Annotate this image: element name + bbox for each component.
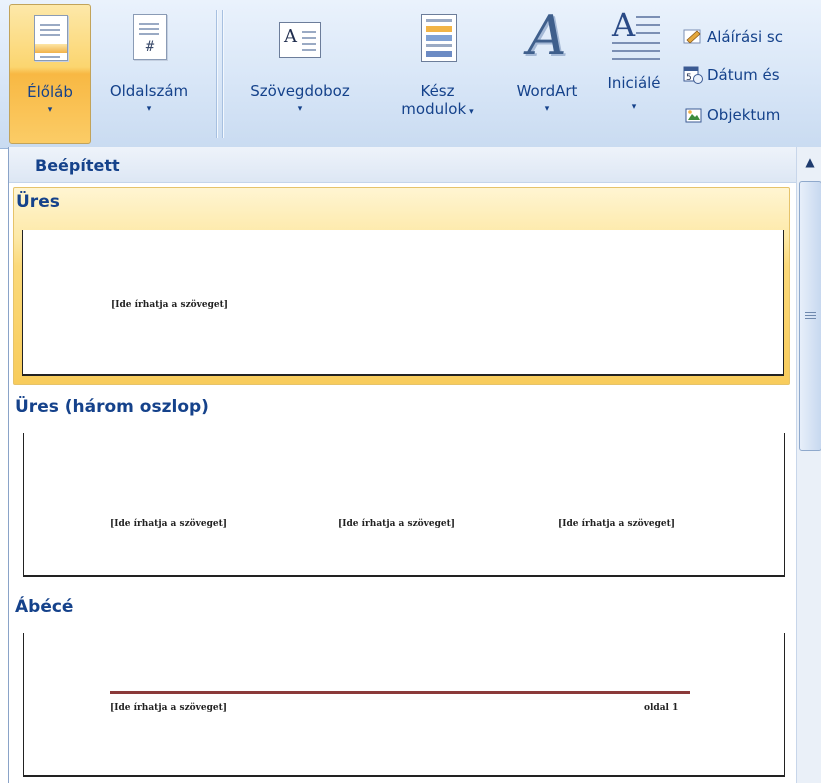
wordart-button[interactable]: A WordArt ▾ bbox=[500, 4, 594, 142]
placeholder-text: [Ide írhatja a szöveget] bbox=[111, 300, 229, 310]
signature-line-label: Aláírási sc bbox=[707, 28, 783, 46]
dropcap-button-label: Iniciálé bbox=[607, 74, 661, 92]
signature-pen-icon bbox=[683, 28, 703, 46]
page-number-button-label: Oldalszám bbox=[109, 82, 189, 100]
chevron-down-icon: ▾ bbox=[631, 102, 637, 112]
chevron-down-icon: ▾ bbox=[544, 104, 550, 114]
decorative-rule bbox=[110, 691, 690, 694]
object-icon bbox=[683, 106, 703, 124]
header-preview: [Ide írhatja a szöveget] [Ide írhatja a … bbox=[23, 433, 785, 577]
ribbon: Élőláb ▾ # Oldalszám ▾ A Szövegdoboz ▾ K… bbox=[0, 0, 821, 149]
quick-parts-icon bbox=[415, 12, 461, 72]
gallery-item-alphabet[interactable]: Ábécé [Ide írhatja a szöveget] oldal 1 bbox=[13, 597, 788, 783]
textbox-button-label: Szövegdoboz bbox=[250, 82, 350, 100]
placeholder-text: [Ide írhatja a szöveget] bbox=[558, 519, 676, 529]
quick-parts-button[interactable]: Kész modulok ▾ bbox=[380, 4, 495, 142]
section-title: Beépített bbox=[35, 156, 120, 175]
chevron-down-icon: ▾ bbox=[47, 105, 53, 115]
wordart-button-label: WordArt bbox=[516, 82, 578, 100]
chevron-down-icon: ▾ bbox=[297, 104, 303, 114]
signature-line-button[interactable]: Aláírási sc bbox=[683, 24, 783, 50]
svg-text:5: 5 bbox=[686, 73, 692, 83]
scrollbar-thumb[interactable] bbox=[799, 181, 821, 451]
gallery-item-title: Üres (három oszlop) bbox=[15, 397, 209, 417]
wordart-icon: A bbox=[527, 4, 567, 67]
header-gallery-dropdown: Beépített Üres [Ide írhatja a szöveget] … bbox=[8, 147, 821, 783]
quick-parts-button-label: Kész modulok ▾ bbox=[401, 82, 474, 118]
group-separator bbox=[216, 10, 217, 138]
object-label: Objektum bbox=[707, 106, 781, 124]
grip-icon bbox=[805, 310, 816, 321]
object-button[interactable]: Objektum bbox=[683, 102, 780, 128]
group-separator bbox=[222, 10, 223, 138]
gallery-section-header: Beépített bbox=[9, 147, 796, 183]
page-number-button[interactable]: # Oldalszám ▾ bbox=[94, 4, 204, 142]
gallery-item-blank-three-columns[interactable]: Üres (három oszlop) [Ide írhatja a szöve… bbox=[13, 397, 788, 577]
textbox-icon: A bbox=[277, 12, 323, 72]
page-number-text: oldal 1 bbox=[644, 703, 679, 713]
header-icon bbox=[27, 13, 73, 73]
header-preview: [Ide írhatja a szöveget] bbox=[22, 230, 784, 376]
date-time-label: Dátum és bbox=[707, 66, 780, 84]
scroll-up-icon[interactable]: ▲ bbox=[797, 147, 821, 177]
date-time-button[interactable]: 5 Dátum és bbox=[683, 62, 780, 88]
placeholder-text: [Ide írhatja a szöveget] bbox=[110, 519, 228, 529]
placeholder-text: [Ide írhatja a szöveget] bbox=[110, 703, 228, 713]
chevron-down-icon: ▾ bbox=[469, 107, 474, 117]
header-button-label: Élőláb bbox=[27, 83, 73, 101]
textbox-button[interactable]: A Szövegdoboz ▾ bbox=[230, 4, 370, 142]
header-button[interactable]: Élőláb ▾ bbox=[9, 4, 91, 144]
gallery-item-blank[interactable]: Üres [Ide írhatja a szöveget] bbox=[13, 187, 790, 385]
gallery-scrollbar[interactable]: ▲ bbox=[796, 147, 821, 783]
gallery-item-title: Ábécé bbox=[15, 597, 74, 617]
placeholder-text: [Ide írhatja a szöveget] bbox=[338, 519, 456, 529]
header-preview: [Ide írhatja a szöveget] oldal 1 bbox=[23, 633, 785, 777]
dropcap-icon: A bbox=[604, 6, 664, 72]
page-number-icon: # bbox=[126, 12, 172, 72]
chevron-down-icon: ▾ bbox=[146, 104, 152, 114]
calendar-clock-icon: 5 bbox=[683, 66, 703, 84]
dropcap-button[interactable]: A Iniciálé ▾ bbox=[595, 4, 673, 142]
gallery-item-title: Üres bbox=[16, 192, 60, 212]
